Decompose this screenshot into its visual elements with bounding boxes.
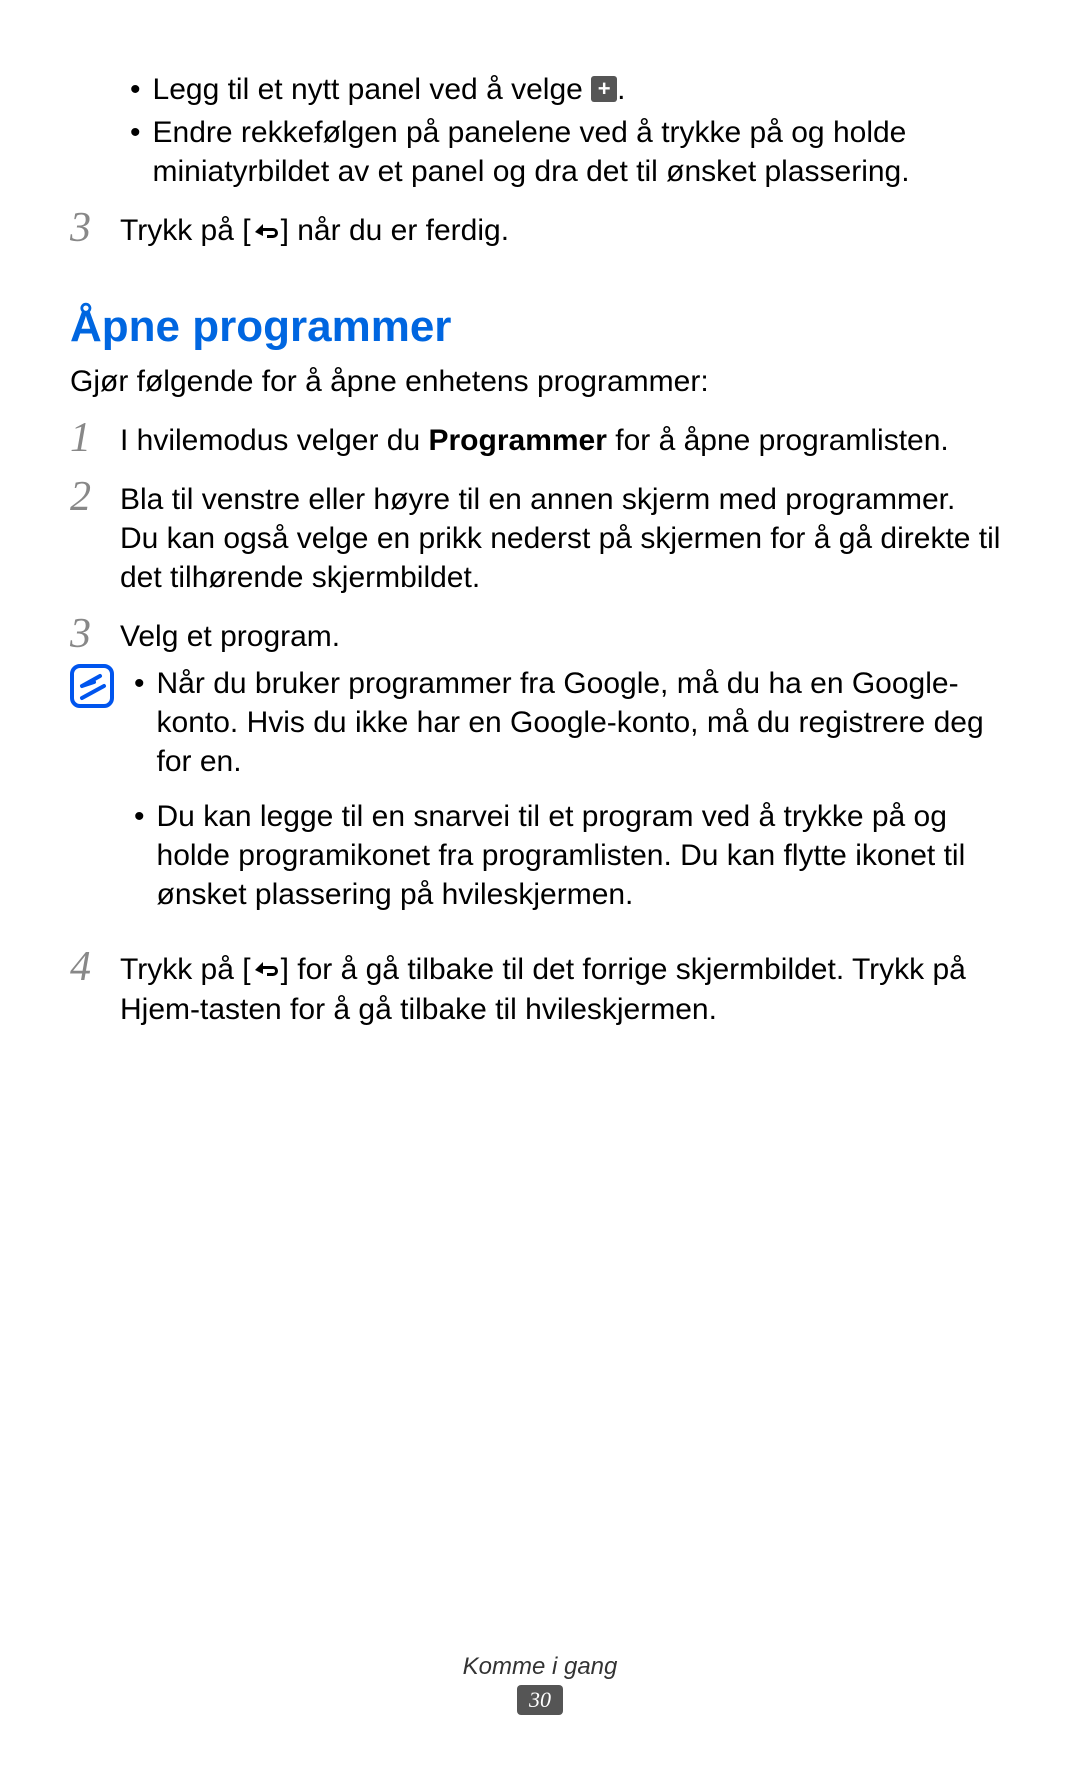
step-text: Trykk på [] for å gå tilbake til det for… [120,946,1010,1030]
step-number: 4 [70,946,120,1030]
page-number-badge: 30 [517,1685,563,1715]
step-text: Bla til venstre eller høyre til en annen… [120,476,1010,597]
step-number: 3 [70,207,120,252]
page-footer: Komme i gang 30 [0,1653,1080,1715]
step-text: I hvilemodus velger du Programmer for å … [120,417,1010,460]
text-fragment: Trykk på [ [120,953,251,986]
step-text: Trykk på [ ] når du er ferdig. [120,207,1010,252]
note-icon [70,664,120,930]
bullet-dot: • [130,70,141,109]
section-heading: Åpne programmer [70,302,1010,352]
bullet-item: • Legg til et nytt panel ved å velge +. [130,70,1010,109]
bullet-dot: • [134,797,145,914]
text-bold: Programmer [429,424,607,457]
step-text: Velg et program. [120,613,1010,656]
step-number: 2 [70,476,120,597]
bullet-dot: • [134,664,145,781]
plus-icon: + [591,76,617,102]
step-3: 3 Velg et program. [70,613,1010,656]
note-text: Du kan legge til en snarvei til et progr… [157,797,1010,914]
step-line: Bla til venstre eller høyre til en annen… [120,480,1010,519]
back-icon [251,211,281,250]
note-bullet: • Når du bruker programmer fra Google, m… [120,664,1010,781]
intro-text: Gjør følgende for å åpne enhetens progra… [70,362,1010,401]
step-4: 4 Trykk på [] for å gå tilbake til det f… [70,946,1010,1030]
footer-label: Komme i gang [0,1653,1080,1681]
bullet-text: Endre rekkefølgen på panelene ved å tryk… [153,113,1010,191]
text-fragment: Trykk på [ [120,214,251,247]
step-number: 3 [70,613,120,656]
text-fragment: ] når du er ferdig. [281,214,509,247]
text-fragment: . [617,73,625,106]
step-1: 1 I hvilemodus velger du Programmer for … [70,417,1010,460]
step-3-top: 3 Trykk på [ ] når du er ferdig. [70,207,1010,252]
step-2: 2 Bla til venstre eller høyre til en ann… [70,476,1010,597]
note-bullet: • Du kan legge til en snarvei til et pro… [120,797,1010,914]
note-block: • Når du bruker programmer fra Google, m… [70,664,1010,930]
back-icon [251,949,281,988]
step-number: 1 [70,417,120,460]
top-bullet-list: • Legg til et nytt panel ved å velge +. … [130,70,1010,191]
page-content: • Legg til et nytt panel ved å velge +. … [0,0,1080,1029]
bullet-text: Legg til et nytt panel ved å velge +. [153,70,1010,109]
text-fragment: Legg til et nytt panel ved å velge [153,73,592,106]
bullet-item: • Endre rekkefølgen på panelene ved å tr… [130,113,1010,191]
note-content: • Når du bruker programmer fra Google, m… [120,664,1010,930]
text-fragment: for å åpne programlisten. [607,424,949,457]
bullet-dot: • [130,113,141,191]
step-line: Du kan også velge en prikk nederst på sk… [120,519,1010,597]
note-text: Når du bruker programmer fra Google, må … [157,664,1010,781]
text-fragment: I hvilemodus velger du [120,424,429,457]
